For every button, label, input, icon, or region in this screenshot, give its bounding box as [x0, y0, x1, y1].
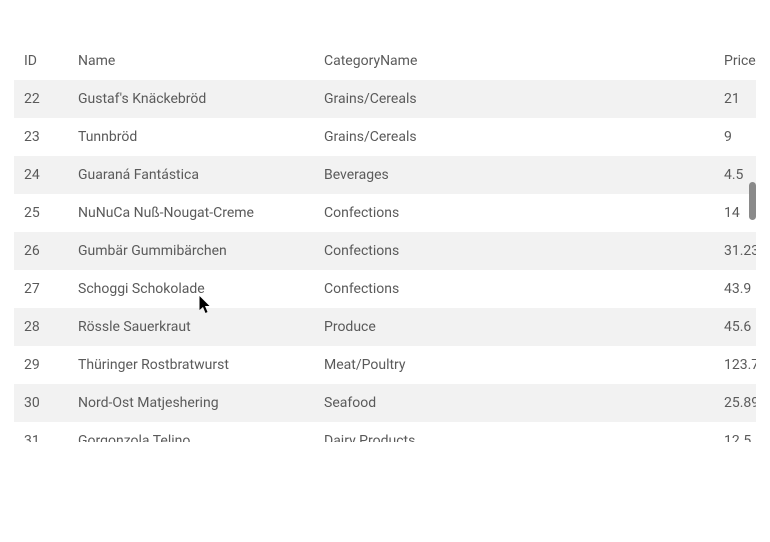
cell-category: Confections [314, 270, 714, 308]
table-row[interactable]: 22Gustaf's KnäckebrödGrains/Cereals21 [14, 80, 756, 118]
cell-category: Dairy Products [314, 422, 714, 442]
cell-id: 29 [14, 346, 68, 384]
cell-id: 23 [14, 118, 68, 156]
products-table: ID Name CategoryName Price 22Gustaf's Kn… [14, 42, 756, 442]
vertical-scrollbar-thumb[interactable] [749, 182, 756, 220]
cell-category: Seafood [314, 384, 714, 422]
table-row[interactable]: 31Gorgonzola TelinoDairy Products12.5 [14, 422, 756, 442]
cell-name: NuNuCa Nuß-Nougat-Creme [68, 194, 314, 232]
table-row[interactable]: 30Nord-Ost MatjesheringSeafood25.89 [14, 384, 756, 422]
table-row[interactable]: 28Rössle SauerkrautProduce45.6 [14, 308, 756, 346]
cell-id: 26 [14, 232, 68, 270]
table-row[interactable]: 25NuNuCa Nuß-Nougat-CremeConfections14 [14, 194, 756, 232]
cell-name: Guaraná Fantástica [68, 156, 314, 194]
cell-category: Meat/Poultry [314, 346, 714, 384]
column-header-name[interactable]: Name [68, 42, 314, 80]
cell-id: 24 [14, 156, 68, 194]
cell-category: Beverages [314, 156, 714, 194]
cell-name: Nord-Ost Matjeshering [68, 384, 314, 422]
table-row[interactable]: 24Guaraná FantásticaBeverages4.5 [14, 156, 756, 194]
cell-category: Confections [314, 232, 714, 270]
cell-name: Gorgonzola Telino [68, 422, 314, 442]
cell-name: Gustaf's Knäckebröd [68, 80, 314, 118]
cell-category: Grains/Cereals [314, 118, 714, 156]
column-header-category[interactable]: CategoryName [314, 42, 714, 80]
table-row[interactable]: 29Thüringer RostbratwurstMeat/Poultry123… [14, 346, 756, 384]
table-header-row: ID Name CategoryName Price [14, 42, 756, 80]
cell-id: 30 [14, 384, 68, 422]
cell-id: 31 [14, 422, 68, 442]
table-row[interactable]: 27Schoggi SchokoladeConfections43.9 [14, 270, 756, 308]
data-table-wrapper: ID Name CategoryName Price 22Gustaf's Kn… [14, 42, 756, 442]
cell-name: Thüringer Rostbratwurst [68, 346, 314, 384]
cell-id: 22 [14, 80, 68, 118]
cell-id: 27 [14, 270, 68, 308]
cell-name: Tunnbröd [68, 118, 314, 156]
cell-name: Rössle Sauerkraut [68, 308, 314, 346]
cell-name: Gumbär Gummibärchen [68, 232, 314, 270]
cell-category: Grains/Cereals [314, 80, 714, 118]
vertical-scrollbar-track[interactable] [749, 42, 756, 442]
cell-category: Produce [314, 308, 714, 346]
cell-id: 25 [14, 194, 68, 232]
cell-category: Confections [314, 194, 714, 232]
table-row[interactable]: 23TunnbrödGrains/Cereals9 [14, 118, 756, 156]
cell-name: Schoggi Schokolade [68, 270, 314, 308]
table-row[interactable]: 26Gumbär GummibärchenConfections31.23 [14, 232, 756, 270]
cell-id: 28 [14, 308, 68, 346]
column-header-id[interactable]: ID [14, 42, 68, 80]
